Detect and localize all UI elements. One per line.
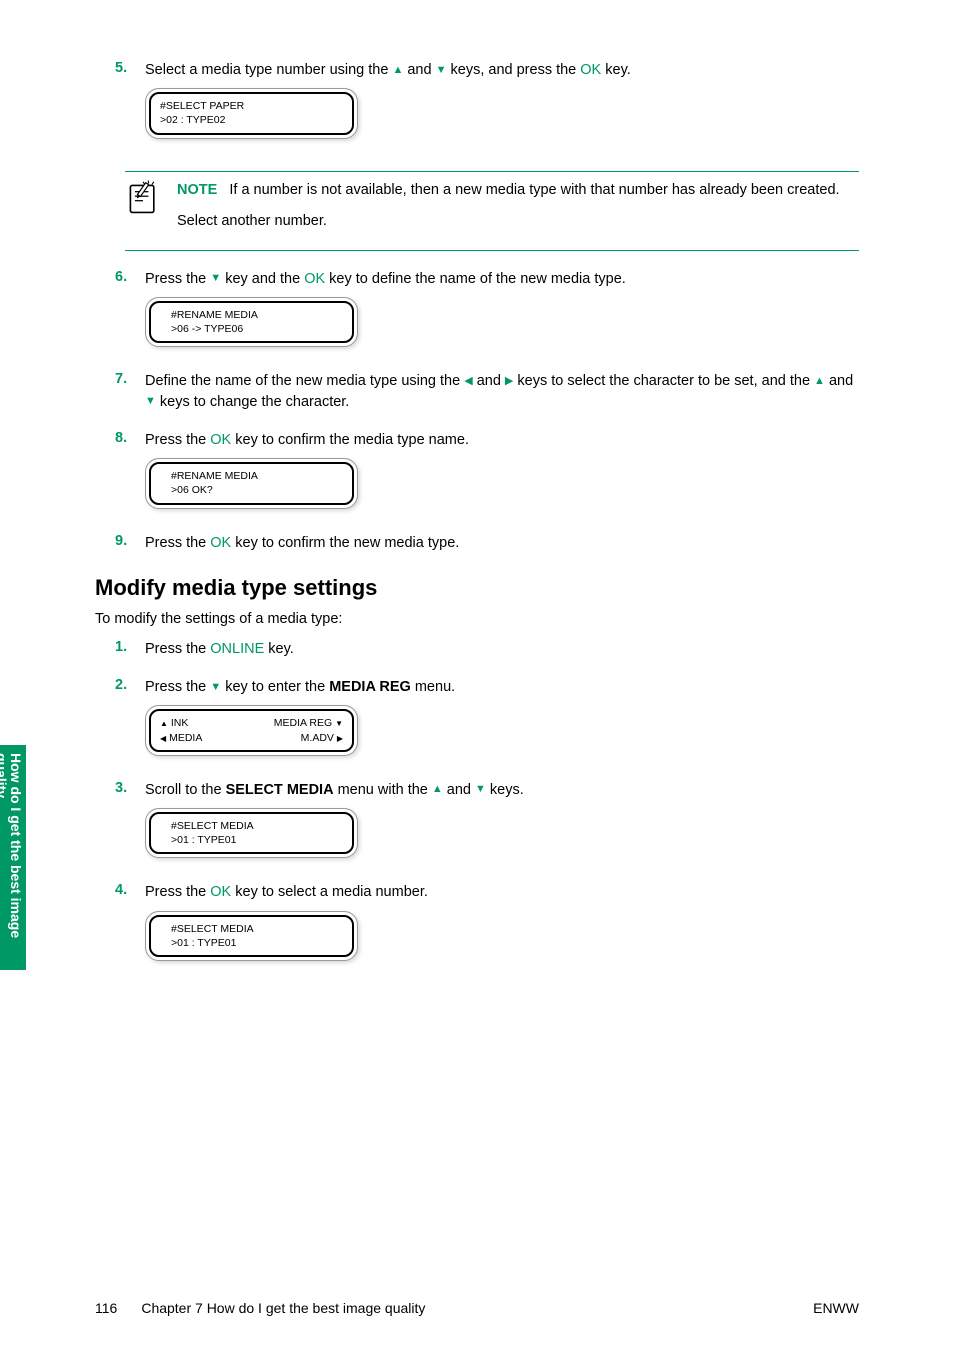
side-tab-line1: How do I get the best image [8,753,23,962]
step-number: 2. [115,677,145,770]
step-number: 4. [115,882,145,975]
lcd-line1: #SELECT MEDIA [171,819,343,833]
step7-text: Define the name of the new media type us… [145,371,859,412]
note-icon [125,180,161,216]
ok-key: OK [210,432,231,448]
note-sentence2: Select another number. [177,211,840,232]
up-triangle-icon [392,65,403,76]
down-triangle-icon [475,784,486,795]
lcd-display: #RENAME MEDIA >06 -> TYPE06 [145,297,859,347]
step5-text: Select a media type number using the and… [145,60,859,80]
lcd-line2: >06 OK? [171,483,343,497]
lcd-mediareg: MEDIA REG ▼ [274,716,343,730]
lcd-ink: ▲ INK [160,716,188,730]
mod-step3-text: Scroll to the SELECT MEDIA menu with the… [145,780,859,800]
ok-key: OK [210,884,231,900]
lcd-media: ◀ MEDIA [160,731,202,745]
section-lead: To modify the settings of a media type: [95,611,859,627]
down-triangle-icon [436,65,447,76]
select-media-label: SELECT MEDIA [226,782,334,798]
lcd-line2: >02 : TYPE02 [160,113,343,127]
lcd-madv: M.ADV ▶ [301,731,343,745]
page-number: 116 [95,1300,117,1316]
step9-text: Press the OK key to confirm the new medi… [145,533,859,553]
step-number: 8. [115,430,145,523]
lcd-display: #SELECT MEDIA >01 : TYPE01 [145,808,859,858]
lcd-line2: >01 : TYPE01 [171,936,343,950]
ok-key: OK [580,62,601,78]
media-reg-label: MEDIA REG [329,679,411,695]
lcd-line1: #SELECT PAPER [160,99,343,113]
step-number: 1. [115,639,145,667]
chapter-title: Chapter 7 How do I get the best image qu… [141,1300,425,1316]
lcd-display: #SELECT PAPER >02 : TYPE02 [145,88,859,138]
note-sentence1: NOTE If a number is not available, then … [177,180,840,201]
down-triangle-icon [210,273,221,284]
lcd-line1: #RENAME MEDIA [171,469,343,483]
step-number: 9. [115,533,145,561]
mod-step1-text: Press the ONLINE key. [145,639,859,659]
down-triangle-icon [145,396,156,407]
section-heading: Modify media type settings [95,575,859,601]
note-label: NOTE [177,182,217,198]
step-number: 3. [115,780,145,873]
up-triangle-icon [432,784,443,795]
online-key: ONLINE [210,641,264,657]
down-triangle-icon [210,682,221,693]
left-triangle-icon [464,376,472,387]
step-number: 6. [115,269,145,362]
page-footer: 116 Chapter 7 How do I get the best imag… [95,1300,859,1316]
lcd-line2: >06 -> TYPE06 [171,322,343,336]
lcd-display: #RENAME MEDIA >06 OK? [145,458,859,508]
lcd-line1: #SELECT MEDIA [171,922,343,936]
lcd-line2: >01 : TYPE01 [171,833,343,847]
step8-text: Press the OK key to confirm the media ty… [145,430,859,450]
step-number: 5. [115,60,145,153]
ok-key: OK [304,271,325,287]
lcd-line1: #RENAME MEDIA [171,308,343,322]
side-tab: How do I get the best image quality [0,745,26,970]
lcd-display: ▲ INK MEDIA REG ▼ ◀ MEDIA M.ADV ▶ [145,705,859,755]
ok-key: OK [210,535,231,551]
mod-step4-text: Press the OK key to select a media numbe… [145,882,859,902]
footer-right: ENWW [813,1300,859,1316]
up-triangle-icon [814,376,825,387]
lcd-display: #SELECT MEDIA >01 : TYPE01 [145,911,859,961]
step6-text: Press the key and the OK key to define t… [145,269,859,289]
note-block: NOTE If a number is not available, then … [125,171,859,251]
step-number: 7. [115,371,145,420]
mod-step2-text: Press the key to enter the MEDIA REG men… [145,677,859,697]
